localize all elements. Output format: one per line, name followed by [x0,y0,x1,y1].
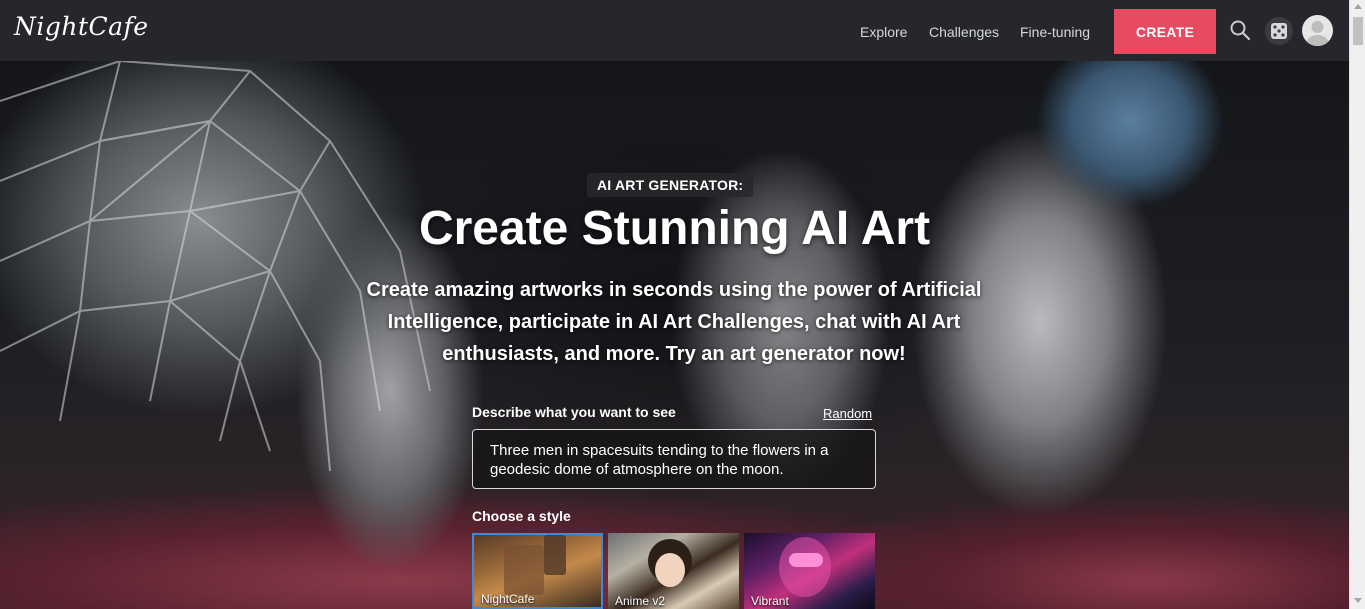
page-scrollbar[interactable] [1349,0,1365,609]
style-card-vibrant[interactable]: Vibrant [744,533,875,609]
style-name: Vibrant [751,594,789,608]
prompt-input[interactable]: Three men in spacesuits tending to the f… [472,429,876,489]
style-name: NightCafe [481,592,535,606]
dice-icon[interactable] [1265,17,1293,45]
scroll-thumb[interactable] [1353,17,1363,45]
search-icon[interactable] [1228,18,1252,42]
hero-headline: Create Stunning AI Art [418,202,931,255]
nav-fine-tuning[interactable]: Fine-tuning [1020,24,1090,40]
create-button[interactable]: CREATE [1114,9,1216,54]
hero-subtitle: Create amazing artworks in seconds using… [366,279,982,365]
style-label: Choose a style [472,508,571,524]
nightcafe-logo[interactable]: NightCafe [14,12,149,41]
hero-badge: AI ART GENERATOR: [587,173,754,197]
style-card-nightcafe[interactable]: NightCafe [472,533,603,609]
random-prompt-link[interactable]: Random [823,406,872,421]
top-navbar: NightCafe Explore Challenges Fine-tuning… [0,0,1349,61]
scroll-down-arrow[interactable] [1354,598,1362,603]
nav-explore[interactable]: Explore [860,24,907,40]
prompt-label: Describe what you want to see [472,404,676,420]
nav-challenges[interactable]: Challenges [929,24,999,40]
avatar-icon[interactable] [1302,15,1333,46]
scroll-up-arrow[interactable] [1354,4,1362,9]
hero-section: AI ART GENERATOR: Create Stunning AI Art… [0,61,1349,609]
style-name: Anime v2 [615,594,666,608]
style-card-anime-v2[interactable]: Anime v2 [608,533,739,609]
